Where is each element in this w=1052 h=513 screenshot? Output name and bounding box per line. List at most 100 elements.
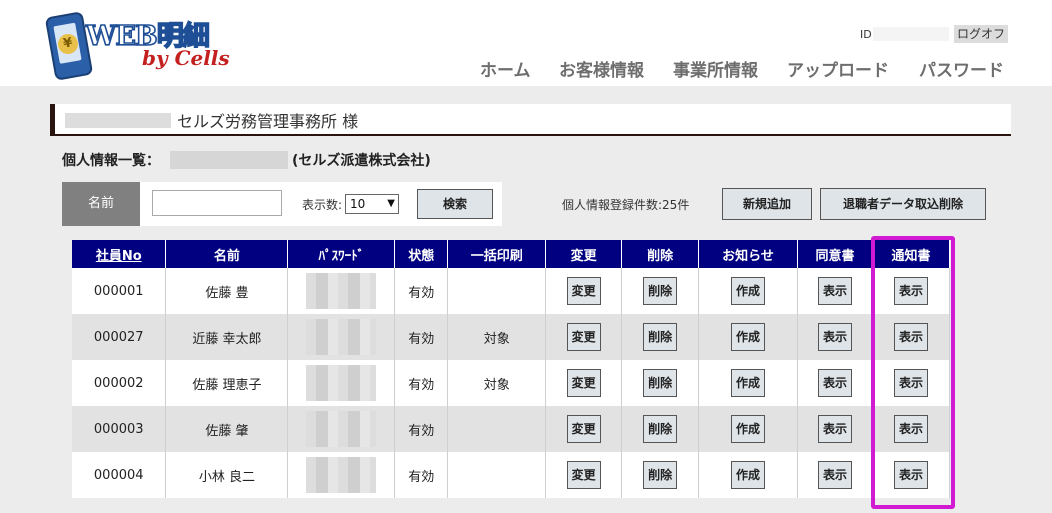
delete-button[interactable]: 削除 <box>643 369 678 397</box>
create-notice-button[interactable]: 作成 <box>731 461 766 489</box>
show-notification-button[interactable]: 表示 <box>893 461 928 489</box>
password-cell <box>287 452 396 498</box>
chevron-down-icon: ▼ <box>387 198 395 209</box>
delete-button[interactable]: 削除 <box>643 461 678 489</box>
show-consent-button[interactable]: 表示 <box>817 415 852 443</box>
column-header-employee-no[interactable]: 社員No <box>72 240 167 268</box>
search-panel: 名前 表示数: 10 ▼ 検索 <box>62 182 502 226</box>
client-name: セルズ労務管理事務所 様 <box>177 112 359 131</box>
create-notice-button[interactable]: 作成 <box>731 323 766 351</box>
show-consent-button[interactable]: 表示 <box>817 323 852 351</box>
password-cell <box>287 314 396 360</box>
table-row: 000003 佐藤 肇 有効 変更 削除 作成 表示 表示 <box>72 406 951 452</box>
employee-name-cell: 近藤 幸太郎 <box>165 314 289 360</box>
show-notification-button[interactable]: 表示 <box>893 415 928 443</box>
change-cell: 変更 <box>545 452 623 498</box>
create-notice-button[interactable]: 作成 <box>731 277 766 305</box>
nav-office-info[interactable]: 事業所情報 <box>673 56 758 81</box>
column-header-status: 状態 <box>394 240 449 268</box>
show-consent-button[interactable]: 表示 <box>817 369 852 397</box>
logout-button[interactable]: ログオフ <box>954 25 1008 43</box>
client-bar: セルズ労務管理事務所 様 <box>50 104 1011 136</box>
notification-cell: 表示 <box>872 406 951 452</box>
employee-no-cell: 000002 <box>72 360 167 406</box>
password-redacted <box>306 457 377 493</box>
column-header-change: 変更 <box>545 240 623 268</box>
employee-name-cell: 佐藤 豊 <box>165 268 289 314</box>
employee-no-cell: 000001 <box>72 268 167 314</box>
delete-cell: 削除 <box>621 452 700 498</box>
header: ¥ WEB明細 by Cells ID: ログオフ ホーム お客様情報 事業所情… <box>0 0 1052 86</box>
show-notification-button[interactable]: 表示 <box>893 369 928 397</box>
notice-cell: 作成 <box>698 360 799 406</box>
change-button[interactable]: 変更 <box>566 277 601 305</box>
create-notice-button[interactable]: 作成 <box>731 415 766 443</box>
notification-cell: 表示 <box>872 268 951 314</box>
delete-button[interactable]: 削除 <box>643 415 678 443</box>
password-cell <box>287 268 396 314</box>
logo-subtitle: by Cells <box>142 46 230 70</box>
bulk-print-cell <box>447 268 547 314</box>
company-name: (セルズ派遣株式会社) <box>292 153 431 169</box>
change-button[interactable]: 変更 <box>566 369 601 397</box>
company-id-redacted <box>170 151 288 169</box>
client-id-redacted <box>65 113 171 128</box>
display-count-label: 表示数: <box>302 198 343 212</box>
consent-cell: 表示 <box>797 452 873 498</box>
table-row: 000004 小林 良二 有効 変更 削除 作成 表示 表示 <box>72 452 951 498</box>
column-header-notice: お知らせ <box>698 240 799 268</box>
create-notice-button[interactable]: 作成 <box>731 369 766 397</box>
show-notification-button[interactable]: 表示 <box>893 277 928 305</box>
notice-cell: 作成 <box>698 452 799 498</box>
consent-cell: 表示 <box>797 314 873 360</box>
notification-cell: 表示 <box>872 314 951 360</box>
column-header-name: 名前 <box>165 240 289 268</box>
search-button[interactable]: 検索 <box>417 189 493 219</box>
delete-button[interactable]: 削除 <box>643 323 678 351</box>
notice-cell: 作成 <box>698 406 799 452</box>
display-count-select[interactable]: 10 ▼ <box>345 194 399 214</box>
show-consent-button[interactable]: 表示 <box>817 277 852 305</box>
employee-name-cell: 小林 良二 <box>165 452 289 498</box>
column-header-bulk-print: 一括印刷 <box>447 240 547 268</box>
user-id-value <box>873 27 949 41</box>
notice-cell: 作成 <box>698 314 799 360</box>
consent-cell: 表示 <box>797 406 873 452</box>
employee-name-cell: 佐藤 理恵子 <box>165 360 289 406</box>
add-new-button[interactable]: 新規追加 <box>722 188 812 220</box>
app-logo[interactable]: ¥ WEB明細 by Cells <box>44 11 230 81</box>
column-header-notification: 通知書 <box>872 240 951 268</box>
display-count-value: 10 <box>350 197 366 211</box>
bulk-print-cell <box>447 406 547 452</box>
change-button[interactable]: 変更 <box>566 323 601 351</box>
table-row: 000001 佐藤 豊 有効 変更 削除 作成 表示 表示 <box>72 268 951 314</box>
name-filter-input[interactable] <box>152 190 282 216</box>
retired-data-import-delete-button[interactable]: 退職者データ取込削除 <box>820 188 986 220</box>
notice-cell: 作成 <box>698 268 799 314</box>
delete-button[interactable]: 削除 <box>643 277 678 305</box>
status-cell: 有効 <box>394 406 449 452</box>
notification-cell: 表示 <box>872 360 951 406</box>
show-consent-button[interactable]: 表示 <box>817 461 852 489</box>
employee-no-cell: 000003 <box>72 406 167 452</box>
nav-customer-info[interactable]: お客様情報 <box>559 56 644 81</box>
nav-home[interactable]: ホーム <box>480 56 531 81</box>
change-cell: 変更 <box>545 268 623 314</box>
nav-upload[interactable]: アップロード <box>787 56 889 81</box>
password-redacted <box>306 411 377 447</box>
show-notification-button[interactable]: 表示 <box>893 323 928 351</box>
change-button[interactable]: 変更 <box>566 415 601 443</box>
password-redacted <box>306 365 377 401</box>
bulk-print-cell: 対象 <box>447 314 547 360</box>
nav-password[interactable]: パスワード <box>919 56 1004 81</box>
password-redacted <box>306 319 377 355</box>
password-redacted <box>306 273 377 309</box>
employee-table: 社員No 名前 ﾊﾟｽﾜｰﾄﾞ 状態 一括印刷 変更 削除 お知らせ 同意書 通… <box>72 240 951 498</box>
delete-cell: 削除 <box>621 360 700 406</box>
consent-cell: 表示 <box>797 268 873 314</box>
consent-cell: 表示 <box>797 360 873 406</box>
name-filter-label: 名前 <box>62 182 140 226</box>
registered-count: 個人情報登録件数:25件 <box>562 198 690 212</box>
change-button[interactable]: 変更 <box>566 461 601 489</box>
column-header-delete: 削除 <box>621 240 700 268</box>
